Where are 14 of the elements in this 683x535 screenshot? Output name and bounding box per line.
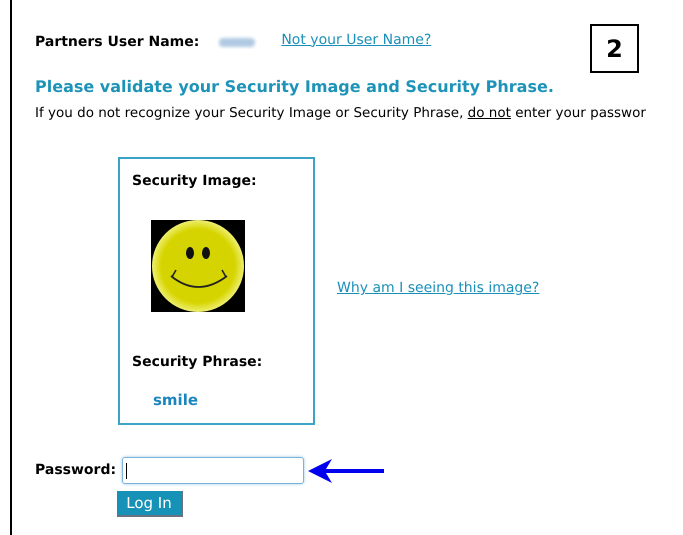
security-image-label: Security Image: (132, 172, 258, 192)
blurred-username-drawing (217, 35, 258, 49)
arrow-icon (308, 458, 384, 483)
heading: Please validate your Security Image and Security Phrase. (35, 76, 555, 98)
step-number-box: 2 (590, 24, 639, 73)
warning-text: If you do not recognize your Security Image or Security Phrase, do not enter your passwor (35, 104, 647, 123)
password-field[interactable] (122, 457, 304, 484)
username-label: Partners User Name: (35, 32, 200, 52)
security-phrase-label: Security Phrase: (132, 353, 264, 372)
password-label: Password: (35, 461, 116, 480)
log-in-button[interactable]: Log In (117, 491, 183, 518)
why-image-link[interactable]: Why am I seeing this image? (337, 278, 540, 300)
not-your-username-link[interactable]: Not your User Name? (281, 30, 432, 50)
security-phrase: smile (153, 390, 200, 412)
